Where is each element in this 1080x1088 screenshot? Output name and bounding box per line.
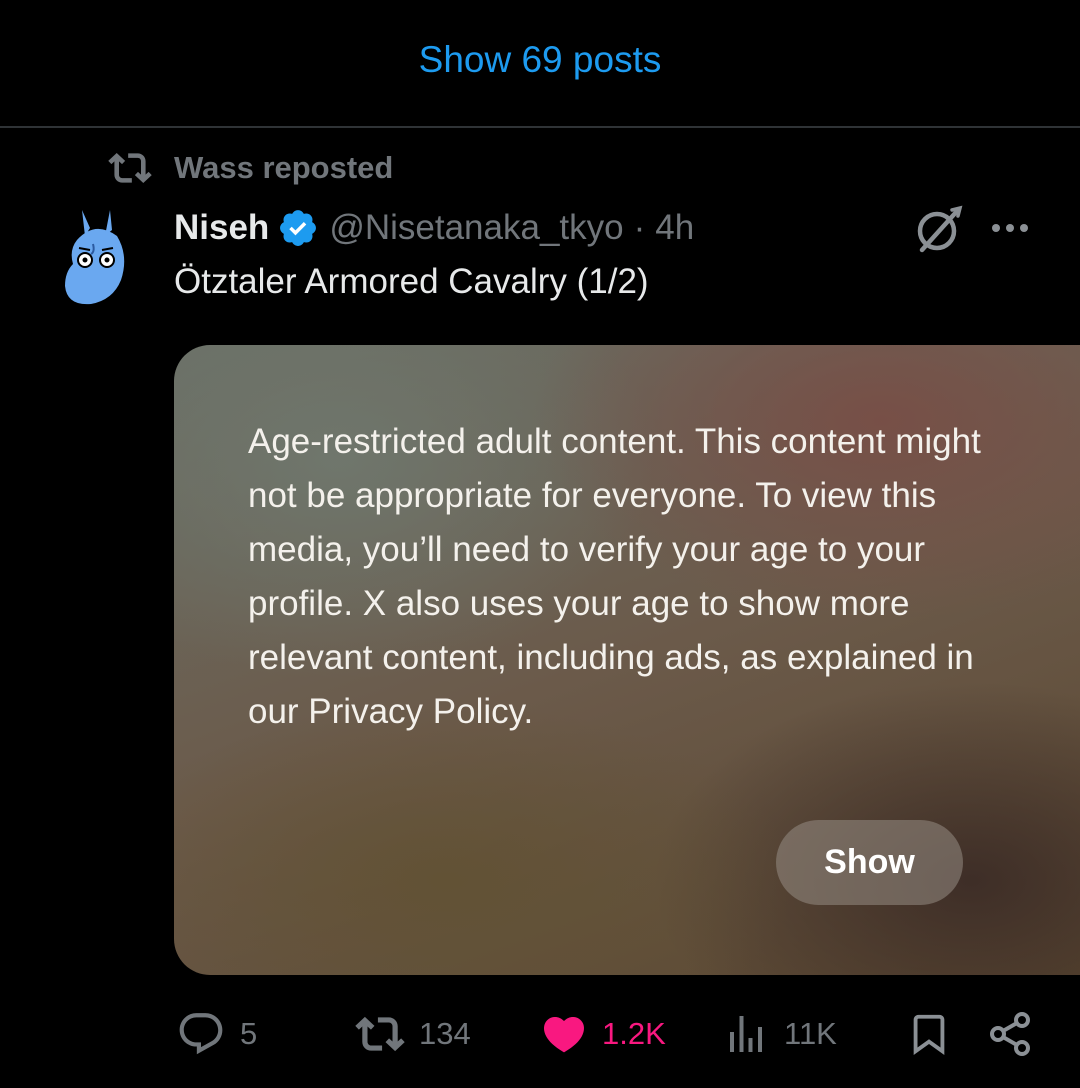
verified-badge-icon[interactable] [277, 207, 319, 249]
repost-button[interactable]: 134 [355, 1008, 471, 1060]
reply-count: 5 [240, 1016, 258, 1051]
views-count: 11K [784, 1016, 837, 1051]
repost-icon [355, 1009, 405, 1059]
reply-button[interactable]: 5 [176, 1008, 257, 1060]
show-new-posts-button[interactable]: Show 69 posts [0, 0, 1080, 126]
repost-count: 134 [419, 1016, 471, 1051]
show-new-posts-label: Show 69 posts [418, 39, 662, 80]
author-name[interactable]: Niseh [174, 208, 269, 248]
bookmark-icon [906, 1009, 952, 1059]
heart-icon [540, 1010, 588, 1058]
age-restriction-notice: Age-restricted adult content. This conte… [248, 422, 981, 731]
tweet-timestamp[interactable]: 4h [655, 208, 694, 248]
author-handle[interactable]: @Nisetanaka_tkyo [329, 208, 623, 248]
repost-icon [108, 146, 152, 190]
grok-icon[interactable] [912, 202, 966, 256]
repost-label: Wass reposted [174, 150, 394, 185]
header-separator: · [633, 208, 646, 247]
author-avatar[interactable] [55, 200, 133, 310]
show-media-button[interactable]: Show [776, 820, 963, 905]
sensitive-media-card[interactable]: Age-restricted adult content. This conte… [174, 345, 1080, 975]
share-button[interactable] [986, 1008, 1034, 1060]
views-button[interactable]: 11K [722, 1008, 837, 1060]
like-button[interactable]: 1.2K [540, 1008, 666, 1060]
reply-icon [176, 1009, 226, 1059]
like-count: 1.2K [602, 1016, 666, 1051]
views-icon [722, 1010, 770, 1058]
tweet-header: Niseh @Nisetanaka_tkyo · 4h [174, 200, 694, 256]
repost-context[interactable]: Wass reposted [108, 146, 393, 190]
timeline-divider [0, 126, 1080, 128]
tweet-text: Ötztaler Armored Cavalry (1/2) [174, 262, 649, 301]
more-icon[interactable] [988, 210, 1032, 246]
share-icon [986, 1010, 1034, 1058]
show-media-label: Show [824, 843, 915, 881]
bookmark-button[interactable] [906, 1008, 952, 1060]
